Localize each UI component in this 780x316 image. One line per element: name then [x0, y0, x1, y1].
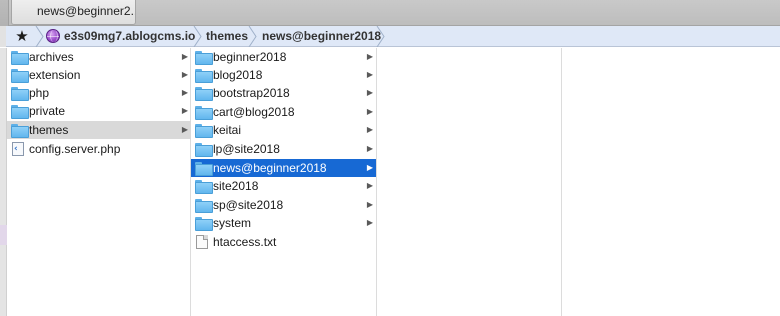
- row-label: news@beginner2018: [213, 161, 327, 175]
- row-label: htaccess.txt: [213, 235, 277, 249]
- disclosure-arrow-icon: ▶: [366, 70, 373, 79]
- disclosure-arrow-icon: ▶: [181, 52, 188, 61]
- row-label: archives: [29, 50, 74, 64]
- column-news-beginner2018[interactable]: [377, 48, 562, 316]
- text-file-icon: [196, 235, 208, 249]
- folder-icon: [195, 180, 213, 194]
- tab-active[interactable]: news@beginner2...: [11, 0, 136, 25]
- folder-row-themes[interactable]: themes ▶: [7, 121, 191, 139]
- disclosure-arrow-icon: ▶: [366, 218, 373, 227]
- folder-icon: [195, 217, 213, 231]
- column-root[interactable]: archives ▶ extension ▶ php ▶ private ▶ t…: [7, 48, 191, 316]
- folder-row-lp-site2018[interactable]: lp@site2018 ▶: [191, 140, 376, 158]
- breadcrumb-separator-icon: [248, 26, 257, 47]
- row-label: lp@site2018: [213, 142, 280, 156]
- disclosure-arrow-icon: ▶: [366, 125, 373, 134]
- folder-row-site2018[interactable]: site2018 ▶: [191, 177, 376, 195]
- row-label: site2018: [213, 179, 259, 193]
- folder-row-beginner2018[interactable]: beginner2018 ▶: [191, 48, 376, 66]
- folder-row-system[interactable]: system ▶: [191, 214, 376, 232]
- folder-row-extension[interactable]: extension ▶: [7, 66, 191, 84]
- folder-icon: [195, 143, 213, 157]
- row-label: sp@site2018: [213, 198, 284, 212]
- folder-icon: [11, 69, 29, 83]
- column-browser: archives ▶ extension ▶ php ▶ private ▶ t…: [0, 48, 780, 316]
- tab-strip: news@beginner2...: [0, 0, 780, 26]
- disclosure-arrow-icon: ▶: [366, 88, 373, 97]
- folder-row-sp-site2018[interactable]: sp@site2018 ▶: [191, 196, 376, 214]
- disclosure-arrow-icon: ▶: [366, 181, 373, 190]
- disclosure-arrow-icon: ▶: [181, 70, 188, 79]
- folder-icon: [195, 124, 213, 138]
- row-label: php: [29, 86, 50, 100]
- folder-row-php[interactable]: php ▶: [7, 84, 191, 102]
- row-label: cart@blog2018: [213, 105, 295, 119]
- row-label: config.server.php: [29, 142, 121, 156]
- folder-icon: [195, 51, 213, 65]
- folder-row-blog2018[interactable]: blog2018 ▶: [191, 66, 376, 84]
- row-label: beginner2018: [213, 50, 287, 64]
- tab-title: news@beginner2...: [37, 4, 136, 18]
- disclosure-arrow-icon: ▶: [366, 107, 373, 116]
- folder-icon: [11, 51, 29, 65]
- folder-icon: [195, 87, 213, 101]
- column-empty[interactable]: [562, 48, 780, 316]
- side-panel-edge: [0, 48, 7, 316]
- folder-row-cart-blog2018[interactable]: cart@blog2018 ▶: [191, 103, 376, 121]
- folder-icon: [195, 199, 213, 213]
- breadcrumb-separator-icon: [376, 26, 385, 47]
- path-bar-edge: [0, 26, 6, 47]
- side-panel-marker: [0, 225, 7, 245]
- row-label: private: [29, 104, 66, 118]
- php-file-icon: ‹: [12, 142, 24, 156]
- star-icon[interactable]: ★: [11, 27, 33, 46]
- row-label: themes: [29, 123, 69, 137]
- row-label: blog2018: [213, 68, 263, 82]
- folder-row-bootstrap2018[interactable]: bootstrap2018 ▶: [191, 84, 376, 102]
- tab-strip-edge: [0, 0, 9, 26]
- disclosure-arrow-icon: ▶: [366, 163, 373, 172]
- folder-row-archives[interactable]: archives ▶: [7, 48, 191, 66]
- folder-icon: [11, 105, 29, 119]
- row-label: extension: [29, 68, 81, 82]
- file-row-config-server-php[interactable]: ‹ config.server.php: [7, 140, 191, 158]
- folder-icon: [11, 124, 29, 138]
- disclosure-arrow-icon: ▶: [366, 200, 373, 209]
- disclosure-arrow-icon: ▶: [366, 144, 373, 153]
- path-bar: ★ e3s09mg7.ablogcms.io themes news@begin…: [0, 26, 780, 47]
- folder-icon: [195, 162, 213, 176]
- disclosure-arrow-icon: ▶: [181, 88, 188, 97]
- folder-row-private[interactable]: private ▶: [7, 102, 191, 120]
- breadcrumb-themes[interactable]: themes: [206, 26, 248, 47]
- breadcrumb-separator-icon: [35, 26, 44, 47]
- file-row-htaccess-txt[interactable]: htaccess.txt: [191, 233, 376, 251]
- folder-row-news-beginner2018[interactable]: news@beginner2018 ▶: [191, 159, 376, 177]
- globe-icon: [46, 29, 60, 43]
- folder-icon: [195, 69, 213, 83]
- disclosure-arrow-icon: ▶: [181, 125, 188, 134]
- disclosure-arrow-icon: ▶: [366, 52, 373, 61]
- breadcrumb-current-folder[interactable]: news@beginner2018: [262, 26, 381, 47]
- row-label: bootstrap2018: [213, 86, 290, 100]
- folder-row-keitai[interactable]: keitai ▶: [191, 121, 376, 139]
- row-label: system: [213, 216, 252, 230]
- row-label: keitai: [213, 123, 242, 137]
- folder-icon: [11, 87, 29, 101]
- column-themes[interactable]: beginner2018 ▶ blog2018 ▶ bootstrap2018 …: [191, 48, 377, 316]
- breadcrumb-server[interactable]: e3s09mg7.ablogcms.io: [64, 26, 195, 47]
- disclosure-arrow-icon: ▶: [181, 106, 188, 115]
- folder-icon: [195, 106, 213, 120]
- breadcrumb-separator-icon: [193, 26, 202, 47]
